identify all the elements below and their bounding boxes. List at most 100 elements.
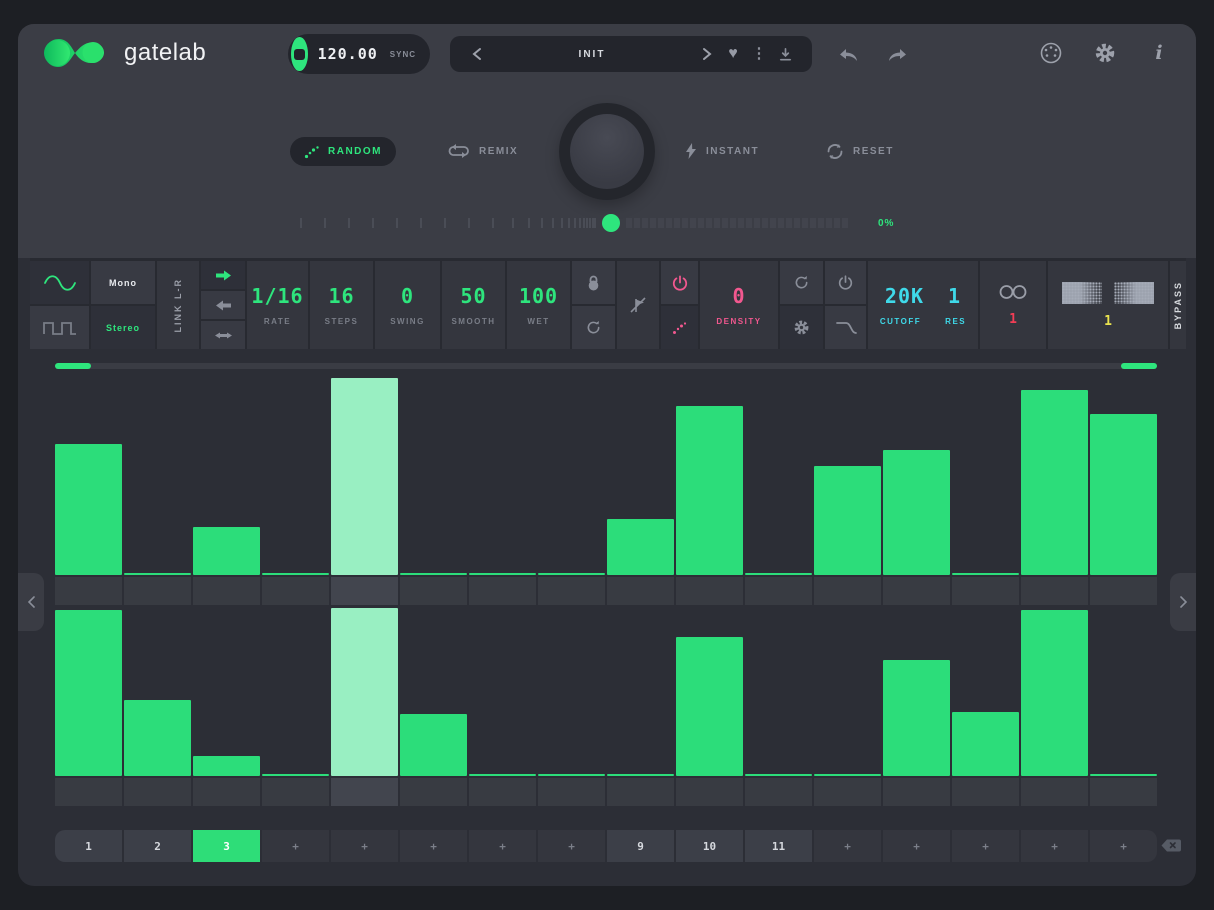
step-footer[interactable] bbox=[676, 778, 743, 806]
slider-handle[interactable] bbox=[602, 214, 620, 232]
pattern-slot-4[interactable]: + bbox=[262, 830, 329, 862]
step-footer[interactable] bbox=[469, 577, 536, 605]
preset-next-button[interactable] bbox=[694, 41, 720, 67]
pattern-slot-11[interactable]: 11 bbox=[745, 830, 812, 862]
preset-name[interactable]: INIT bbox=[490, 49, 694, 60]
step-column-1[interactable] bbox=[55, 608, 122, 806]
step-column-6[interactable] bbox=[400, 376, 467, 605]
step-bar[interactable] bbox=[55, 444, 122, 575]
pattern-slot-15[interactable]: + bbox=[1021, 830, 1088, 862]
pattern-slot-7[interactable]: + bbox=[469, 830, 536, 862]
stop-button[interactable] bbox=[291, 37, 308, 71]
density-power-button[interactable] bbox=[661, 261, 698, 304]
reset-button[interactable]: RESET bbox=[826, 143, 894, 160]
step-column-3[interactable] bbox=[193, 376, 260, 605]
scroll-right-tab[interactable] bbox=[1170, 573, 1196, 631]
step-bar[interactable] bbox=[1090, 774, 1157, 776]
step-column-6[interactable] bbox=[400, 608, 467, 806]
step-bar[interactable] bbox=[262, 573, 329, 575]
step-bar[interactable] bbox=[745, 573, 812, 575]
preset-menu-button[interactable]: ⋮ bbox=[746, 41, 772, 67]
step-column-5[interactable] bbox=[331, 608, 398, 806]
pattern-slot-14[interactable]: + bbox=[952, 830, 1019, 862]
step-bar[interactable] bbox=[883, 450, 950, 575]
step-footer[interactable] bbox=[55, 778, 122, 806]
step-column-1[interactable] bbox=[55, 376, 122, 605]
swing-control[interactable]: 0 SWING bbox=[375, 261, 440, 349]
step-column-12[interactable] bbox=[814, 608, 881, 806]
density-control[interactable]: 0 DENSITY bbox=[700, 261, 778, 349]
random-amount-slider[interactable]: 0% bbox=[300, 214, 894, 232]
step-bar[interactable] bbox=[1021, 390, 1088, 575]
step-footer[interactable] bbox=[193, 577, 260, 605]
step-bar[interactable] bbox=[193, 527, 260, 575]
randomizer-knob[interactable] bbox=[559, 103, 655, 200]
undo-button[interactable] bbox=[836, 42, 862, 68]
step-bar[interactable] bbox=[469, 774, 536, 776]
step-column-16[interactable] bbox=[1090, 376, 1157, 605]
step-column-8[interactable] bbox=[538, 608, 605, 806]
step-bar[interactable] bbox=[538, 573, 605, 575]
step-footer[interactable] bbox=[124, 577, 191, 605]
step-column-10[interactable] bbox=[676, 376, 743, 605]
mono-button[interactable]: Mono bbox=[91, 261, 155, 304]
step-footer[interactable] bbox=[814, 577, 881, 605]
step-bar[interactable] bbox=[676, 637, 743, 776]
filter-refresh-button[interactable] bbox=[780, 261, 823, 304]
step-column-16[interactable] bbox=[1090, 608, 1157, 806]
step-bar[interactable] bbox=[400, 573, 467, 575]
pattern-slot-13[interactable]: + bbox=[883, 830, 950, 862]
step-column-8[interactable] bbox=[538, 376, 605, 605]
waveform-sine-button[interactable] bbox=[30, 261, 89, 304]
pattern-slot-5[interactable]: + bbox=[331, 830, 398, 862]
step-column-14[interactable] bbox=[952, 376, 1019, 605]
pattern-slot-12[interactable]: + bbox=[814, 830, 881, 862]
step-column-7[interactable] bbox=[469, 608, 536, 806]
bpm-value[interactable]: 120.00 bbox=[318, 45, 378, 63]
instant-button[interactable]: INSTANT bbox=[685, 143, 759, 159]
step-column-12[interactable] bbox=[814, 376, 881, 605]
step-footer[interactable] bbox=[676, 577, 743, 605]
noise-control[interactable]: 1 bbox=[1048, 261, 1168, 349]
step-footer[interactable] bbox=[607, 577, 674, 605]
step-column-15[interactable] bbox=[1021, 608, 1088, 806]
step-bar[interactable] bbox=[883, 660, 950, 776]
step-column-4[interactable] bbox=[262, 376, 329, 605]
row-refresh-button[interactable] bbox=[572, 306, 615, 349]
step-column-13[interactable] bbox=[883, 608, 950, 806]
step-column-2[interactable] bbox=[124, 608, 191, 806]
step-bar[interactable] bbox=[952, 712, 1019, 776]
save-preset-button[interactable] bbox=[772, 41, 798, 67]
step-footer[interactable] bbox=[124, 778, 191, 806]
step-bar[interactable] bbox=[262, 774, 329, 776]
step-bar[interactable] bbox=[952, 573, 1019, 575]
direction-backward-button[interactable] bbox=[201, 291, 245, 319]
step-footer[interactable] bbox=[883, 778, 950, 806]
step-column-9[interactable] bbox=[607, 608, 674, 806]
smooth-control[interactable]: 50 SMOOTH bbox=[442, 261, 505, 349]
step-footer[interactable] bbox=[538, 778, 605, 806]
step-footer[interactable] bbox=[1021, 577, 1088, 605]
remix-button[interactable]: REMIX bbox=[448, 143, 518, 159]
mute-trigger-button[interactable] bbox=[617, 261, 659, 349]
step-bar[interactable] bbox=[538, 774, 605, 776]
pattern-slot-1[interactable]: 1 bbox=[55, 830, 122, 862]
sync-toggle[interactable]: SYNC bbox=[390, 50, 416, 59]
step-footer[interactable] bbox=[400, 778, 467, 806]
scroll-left-tab[interactable] bbox=[18, 573, 44, 631]
step-bar[interactable] bbox=[607, 519, 674, 575]
step-footer[interactable] bbox=[1090, 577, 1157, 605]
step-bar[interactable] bbox=[400, 714, 467, 776]
step-footer[interactable] bbox=[952, 577, 1019, 605]
step-bar[interactable] bbox=[745, 774, 812, 776]
step-column-10[interactable] bbox=[676, 608, 743, 806]
step-bar[interactable] bbox=[193, 756, 260, 776]
step-footer[interactable] bbox=[1021, 778, 1088, 806]
direction-forward-button[interactable] bbox=[201, 261, 245, 289]
step-column-11[interactable] bbox=[745, 608, 812, 806]
step-column-7[interactable] bbox=[469, 376, 536, 605]
direction-pingpong-button[interactable] bbox=[201, 321, 245, 349]
step-bar[interactable] bbox=[607, 774, 674, 776]
step-footer[interactable] bbox=[469, 778, 536, 806]
step-bar[interactable] bbox=[1021, 610, 1088, 776]
